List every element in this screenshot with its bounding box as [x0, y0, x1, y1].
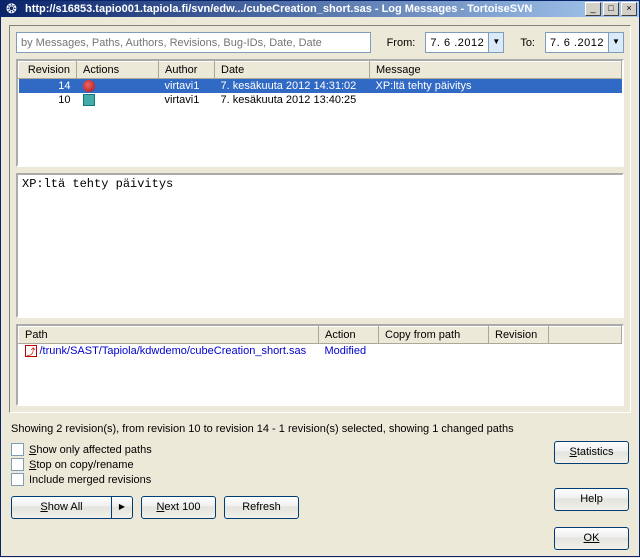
cell-path: /trunk/SAST/Tapiola/kdwdemo/cubeCreation…	[19, 344, 319, 359]
check-merged-row[interactable]: Include merged revisions	[11, 473, 544, 486]
cell-revision: 14	[19, 79, 77, 94]
ok-button[interactable]: OK	[554, 527, 629, 550]
maximize-button[interactable]: □	[603, 2, 619, 16]
revision-row[interactable]: 10 virtavi1 7. kesäkuuta 2012 13:40:25	[19, 93, 622, 107]
to-label: To:	[520, 37, 535, 49]
bottom-controls: Show only affected paths Stop on copy/re…	[9, 441, 631, 550]
add-action-icon	[83, 94, 95, 106]
titlebar[interactable]: ❂ http://s16853.tapio001.tapiola.fi/svn/…	[1, 1, 639, 17]
checkbox-icon[interactable]	[11, 473, 24, 486]
button-row: Show All ▶ Next 100 Refresh	[11, 496, 544, 519]
cell-date: 7. kesäkuuta 2012 14:31:02	[215, 79, 370, 94]
col-pathrev[interactable]: Revision	[489, 327, 549, 344]
status-text: Showing 2 revision(s), from revision 10 …	[11, 423, 629, 435]
revision-row[interactable]: 14 virtavi1 7. kesäkuuta 2012 14:31:02 X…	[19, 79, 622, 94]
show-all-button[interactable]: Show All	[11, 496, 111, 519]
paths-header-row: Path Action Copy from path Revision	[19, 327, 622, 344]
cell-action: Modified	[319, 344, 379, 359]
cell-copyfrom	[379, 344, 489, 359]
right-buttons: Statistics Help OK	[544, 441, 629, 550]
to-date-picker[interactable]: 7. 6 .2012 ▼	[545, 32, 624, 53]
path-row[interactable]: /trunk/SAST/Tapiola/kdwdemo/cubeCreation…	[19, 344, 622, 359]
show-all-menu-button[interactable]: ▶	[111, 496, 133, 519]
checkbox-icon[interactable]	[11, 443, 24, 456]
top-panel: From: 7. 6 .2012 ▼ To: 7. 6 .2012 ▼ Revi…	[9, 25, 631, 413]
filter-row: From: 7. 6 .2012 ▼ To: 7. 6 .2012 ▼	[16, 32, 624, 53]
commit-message[interactable]: XP:ltä tehty päivitys	[16, 173, 624, 318]
col-revision[interactable]: Revision	[19, 62, 77, 79]
modify-action-icon	[83, 80, 95, 92]
cell-pathrev	[489, 344, 549, 359]
window-controls: _ □ ×	[583, 2, 637, 16]
refresh-button[interactable]: Refresh	[224, 496, 299, 519]
check-stop-row[interactable]: Stop on copy/rename	[11, 458, 544, 471]
statistics-button[interactable]: Statistics	[554, 441, 629, 464]
chevron-down-icon[interactable]: ▼	[608, 33, 623, 52]
file-icon	[25, 345, 37, 357]
col-spacer	[549, 327, 622, 344]
col-author[interactable]: Author	[159, 62, 215, 79]
to-date-value: 7. 6 .2012	[550, 37, 608, 49]
revision-header-row: Revision Actions Author Date Message	[19, 62, 622, 79]
client-area: From: 7. 6 .2012 ▼ To: 7. 6 .2012 ▼ Revi…	[1, 17, 639, 558]
next-100-button[interactable]: Next 100	[141, 496, 216, 519]
revision-table: Revision Actions Author Date Message 14 …	[18, 61, 622, 107]
from-label: From:	[387, 37, 416, 49]
check-affected-row[interactable]: Show only affected paths	[11, 443, 544, 456]
app-icon: ❂	[6, 1, 22, 17]
close-button[interactable]: ×	[621, 2, 637, 16]
cell-revision: 10	[19, 93, 77, 107]
cell-author: virtavi1	[159, 93, 215, 107]
check-merged-label: Include merged revisions	[29, 474, 151, 486]
minimize-button[interactable]: _	[585, 2, 601, 16]
options-column: Show only affected paths Stop on copy/re…	[11, 441, 544, 550]
help-button[interactable]: Help	[554, 488, 629, 511]
col-action[interactable]: Action	[319, 327, 379, 344]
cell-date: 7. kesäkuuta 2012 13:40:25	[215, 93, 370, 107]
check-affected-label: Show only affected paths	[29, 444, 152, 456]
paths-table: Path Action Copy from path Revision /tru…	[18, 326, 622, 358]
checkbox-icon[interactable]	[11, 458, 24, 471]
chevron-down-icon[interactable]: ▼	[488, 33, 503, 52]
log-window: ❂ http://s16853.tapio001.tapiola.fi/svn/…	[0, 0, 640, 557]
filter-input[interactable]	[16, 32, 371, 53]
show-all-split: Show All ▶	[11, 496, 133, 519]
col-date[interactable]: Date	[215, 62, 370, 79]
cell-message	[370, 93, 622, 107]
cell-message: XP:ltä tehty päivitys	[370, 79, 622, 94]
check-stop-label: Stop on copy/rename	[29, 459, 134, 471]
cell-author: virtavi1	[159, 79, 215, 94]
revision-list[interactable]: Revision Actions Author Date Message 14 …	[16, 59, 624, 167]
window-title: http://s16853.tapio001.tapiola.fi/svn/ed…	[25, 3, 583, 15]
cell-actions	[77, 93, 159, 107]
col-actions[interactable]: Actions	[77, 62, 159, 79]
from-date-value: 7. 6 .2012	[430, 37, 488, 49]
changed-paths-list[interactable]: Path Action Copy from path Revision /tru…	[16, 324, 624, 406]
col-path[interactable]: Path	[19, 327, 319, 344]
cell-actions	[77, 79, 159, 94]
from-date-picker[interactable]: 7. 6 .2012 ▼	[425, 32, 504, 53]
col-copyfrom[interactable]: Copy from path	[379, 327, 489, 344]
path-text: /trunk/SAST/Tapiola/kdwdemo/cubeCreation…	[40, 345, 307, 357]
col-message[interactable]: Message	[370, 62, 622, 79]
